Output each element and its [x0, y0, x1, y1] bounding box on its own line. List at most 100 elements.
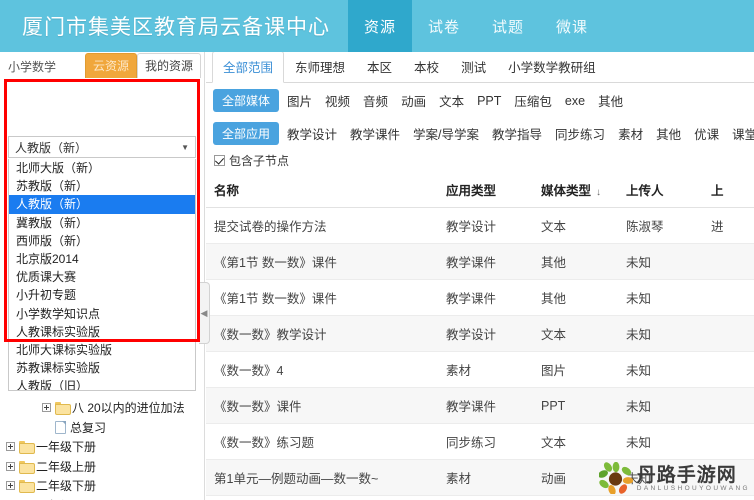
version-option-1[interactable]: 苏教版（新） [9, 177, 195, 195]
nav-tab-0[interactable]: 资源 [348, 0, 413, 52]
media-filter-option-2[interactable]: 音频 [363, 91, 388, 110]
tree-expand-icon[interactable] [6, 461, 15, 471]
table-row[interactable]: 第1单元—例题动画—数一数~ 素材 动画 未知 [206, 459, 754, 496]
tree-expand-icon[interactable] [42, 403, 51, 413]
cell-media-type: 图片 [533, 351, 618, 388]
app-filter-option-1[interactable]: 教学课件 [350, 124, 400, 143]
app-type-filter-row: 全部应用 教学设计教学课件学案/导学案教学指导同步练习素材其他优课课堂实录 [206, 116, 754, 149]
cell-app-type: 教学课件 [438, 279, 533, 316]
all-app-pill[interactable]: 全部应用 [213, 122, 280, 145]
cell-uploader: 未知 [618, 351, 703, 388]
version-option-2[interactable]: 人教版（新） [9, 195, 195, 214]
nav-tab-3[interactable]: 微课 [540, 0, 604, 52]
tree-node-0[interactable]: 八 20以内的进位加法 [0, 398, 198, 418]
resource-tab-0[interactable]: 云资源 [84, 53, 137, 78]
table-column-label: 上传人 [626, 184, 664, 198]
table-row[interactable]: 第1单元—习题课件（1）素材动画 [206, 495, 754, 500]
version-option-10[interactable]: 北师大课标实验版 [9, 341, 195, 359]
app-filter-option-5[interactable]: 素材 [618, 124, 643, 143]
media-filter-option-4[interactable]: 文本 [439, 91, 464, 110]
media-type-filter-row: 全部媒体 图片 视频 音频 动画 文本 PPT 压缩包 exe 其他 [206, 83, 754, 116]
table-row[interactable]: 《数一数》课件 教学课件 PPT 未知 [206, 387, 754, 424]
version-option-0[interactable]: 北师大版（新） [9, 159, 195, 177]
media-filter-option-3[interactable]: 动画 [401, 91, 426, 110]
scope-tab-4[interactable]: 测试 [450, 52, 497, 83]
version-option-7[interactable]: 小升初专题 [9, 286, 195, 304]
sidebar-collapse-handle[interactable]: ◀ [199, 282, 210, 344]
table-column-header-0[interactable]: 名称 [206, 173, 438, 208]
resource-tab-1[interactable]: 我的资源 [136, 53, 201, 78]
include-children-row[interactable]: 包含子节点 [206, 149, 754, 173]
cell-name: 《数一数》教学设计 [206, 315, 438, 352]
sort-arrow-icon[interactable]: ↓ [596, 187, 601, 198]
table-row[interactable]: 《第1节 数一数》课件 教学课件 其他 未知 [206, 243, 754, 280]
table-row[interactable]: 《数一数》教学设计 教学设计 文本 未知 [206, 315, 754, 352]
version-option-5[interactable]: 北京版2014 [9, 250, 195, 268]
cell-media-type: 文本 [533, 423, 618, 460]
tree-expand-icon[interactable] [6, 442, 15, 452]
cell-date [703, 279, 754, 316]
include-children-checkbox[interactable] [214, 155, 225, 166]
scope-tab-1[interactable]: 东师理想 [284, 52, 356, 83]
tree-node-2[interactable]: 一年级下册 [0, 437, 198, 457]
app-filter-option-6[interactable]: 其他 [656, 124, 681, 143]
cell-uploader: 未知 [618, 279, 703, 316]
tree-node-label: 八 20以内的进位加法 [72, 401, 185, 416]
left-sidebar: 小学数学 云资源 我的资源 人教版（新） ▼ 北师大版（新） 苏教版（新） 人教版（新… [0, 52, 205, 500]
app-filter-option-8[interactable]: 课堂实录 [732, 124, 754, 143]
tree-node-label: 总复习 [70, 420, 107, 435]
table-row[interactable]: 提交试卷的操作方法 教学设计 文本 陈淑琴进 [206, 207, 754, 244]
version-option-6[interactable]: 优质课大赛 [9, 268, 195, 286]
scope-tab-2[interactable]: 本区 [356, 52, 403, 83]
tree-node-label: 二年级下册 [36, 479, 97, 494]
version-option-11[interactable]: 苏教课标实验版 [9, 359, 195, 377]
scope-tab-5[interactable]: 小学数学教研组 [497, 52, 607, 83]
nav-tab-1[interactable]: 试卷 [412, 0, 476, 52]
cell-name: 第1单元—习题课件（1） [206, 495, 438, 500]
table-row[interactable]: 《第1节 数一数》课件 教学课件 其他 未知 [206, 279, 754, 316]
media-filter-option-6[interactable]: 压缩包 [514, 91, 552, 110]
table-row[interactable]: 《数一数》4 素材 图片 未知 [206, 351, 754, 388]
tree-expand-icon[interactable] [6, 481, 15, 491]
version-option-12[interactable]: 人教版（旧） [9, 377, 195, 390]
top-nav-tabs: 资源 试卷 试题 微课 [348, 0, 604, 52]
resource-scope-tabs: 云资源 我的资源 [84, 53, 201, 78]
table-column-header-1[interactable]: 应用类型 [438, 173, 533, 208]
table-header-row: 名称 应用类型 媒体类型 ↓ 上传人 上 [206, 173, 754, 208]
cell-date [703, 459, 754, 496]
scope-tab-3[interactable]: 本校 [403, 52, 450, 83]
tree-node-1[interactable]: 总复习 [0, 418, 198, 438]
media-filter-option-1[interactable]: 视频 [325, 91, 350, 110]
nav-tab-2[interactable]: 试题 [476, 0, 540, 52]
media-filter-option-5[interactable]: PPT [477, 94, 501, 108]
app-filter-option-4[interactable]: 同步练习 [555, 124, 605, 143]
tree-node-4[interactable]: 二年级下册 [0, 476, 198, 496]
cell-uploader: 未知 [618, 423, 703, 460]
scope-tab-0[interactable]: 全部范围 [212, 52, 285, 83]
cell-media-type: 动画 [533, 459, 618, 496]
table-row[interactable]: 《数一数》练习题 同步练习 文本 未知 [206, 423, 754, 460]
version-option-4[interactable]: 西师版（新） [9, 232, 195, 250]
tree-node-label: 二年级上册 [36, 459, 97, 474]
app-filter-option-3[interactable]: 教学指导 [492, 124, 542, 143]
cell-uploader: 未知 [618, 243, 703, 280]
version-option-8[interactable]: 小学数学知识点 [9, 305, 195, 323]
media-filter-option-7[interactable]: exe [565, 94, 585, 108]
tree-node-3[interactable]: 二年级上册 [0, 457, 198, 477]
media-filter-option-8[interactable]: 其他 [598, 91, 623, 110]
table-column-header-4[interactable]: 上 [703, 173, 754, 208]
app-filter-option-2[interactable]: 学案/导学案 [413, 124, 479, 143]
textbook-version-option-list[interactable]: 北师大版（新） 苏教版（新） 人教版（新） 冀教版（新） 西师版（新） 北京版2014 优质… [8, 159, 196, 391]
version-option-9[interactable]: 人教课标实验版 [9, 323, 195, 341]
folder-icon [55, 402, 71, 416]
version-option-3[interactable]: 冀教版（新） [9, 214, 195, 232]
media-filter-option-0[interactable]: 图片 [287, 91, 312, 110]
all-media-pill[interactable]: 全部媒体 [213, 89, 280, 112]
app-filter-option-7[interactable]: 优课 [694, 124, 719, 143]
table-column-header-3[interactable]: 上传人 [618, 173, 703, 208]
tree-node-5[interactable]: 三年级上册 [0, 496, 198, 500]
app-filter-option-0[interactable]: 教学设计 [287, 124, 337, 143]
table-column-header-2[interactable]: 媒体类型 ↓ [533, 173, 618, 208]
cell-name: 《数一数》课件 [206, 387, 438, 424]
textbook-version-select[interactable]: 人教版（新） ▼ [8, 136, 196, 158]
